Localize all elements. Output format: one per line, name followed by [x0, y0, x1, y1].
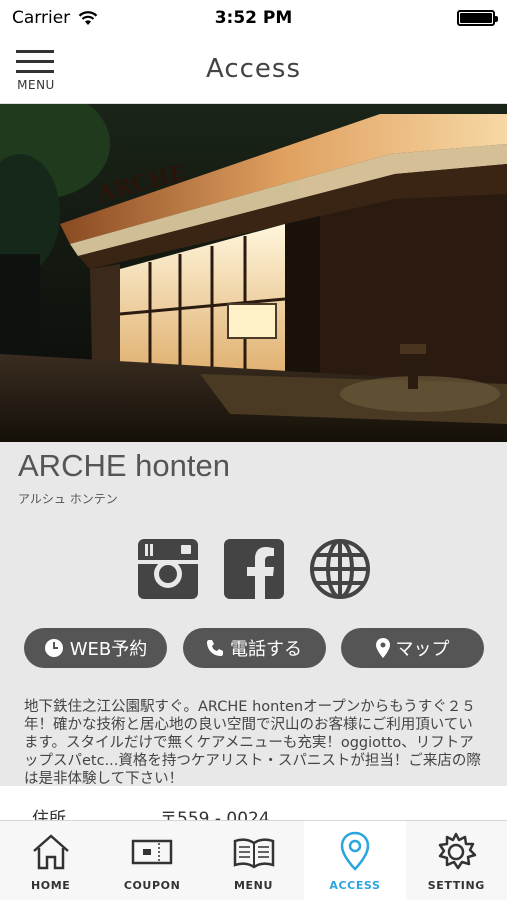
battery-icon — [457, 10, 498, 26]
tab-coupon-label: COUPON — [123, 879, 181, 892]
web-reserve-button[interactable]: WEB予約 — [24, 628, 167, 668]
hamburger-icon — [16, 50, 54, 53]
location-pin-icon — [340, 831, 370, 871]
call-label: 電話する — [230, 639, 302, 660]
shop-photo: ARCHE — [0, 104, 507, 442]
shop-name-kana: アルシュ ホンテン — [18, 492, 118, 506]
shop-description: 地下鉄住之江公園駅すぐ。ARCHE hontenオープンからもうすぐ２５年！確か… — [24, 699, 481, 787]
status-time: 3:52 PM — [214, 8, 293, 28]
action-buttons: WEB予約 電話する マップ — [24, 628, 484, 668]
instagram-icon[interactable] — [137, 538, 199, 600]
page-title: Access — [205, 54, 301, 84]
tab-home-label: HOME — [30, 879, 71, 892]
home-icon — [32, 834, 69, 870]
nav-bar: MENU Access — [0, 36, 507, 104]
tab-access[interactable]: ACCESS — [304, 821, 406, 900]
web-reserve-label: WEB予約 — [69, 639, 148, 660]
tab-bar: HOME COUPON MENU ACCESS SETTING — [0, 820, 507, 900]
map-button[interactable]: マップ — [341, 628, 484, 668]
shop-name: ARCHE honten — [18, 448, 230, 483]
tab-access-label: ACCESS — [329, 879, 381, 892]
tab-menu[interactable]: MENU — [203, 821, 304, 900]
facebook-icon[interactable] — [223, 538, 285, 600]
gear-icon — [439, 832, 477, 870]
tab-home[interactable]: HOME — [0, 821, 101, 900]
call-button[interactable]: 電話する — [182, 628, 326, 668]
book-icon — [233, 838, 274, 869]
phone-icon — [207, 640, 223, 656]
coupon-icon — [131, 839, 173, 865]
social-links — [0, 538, 507, 600]
globe-icon[interactable] — [309, 538, 371, 600]
clock-icon — [44, 639, 63, 657]
tab-setting-label: SETTING — [427, 879, 485, 892]
tab-menu-label: MENU — [234, 879, 274, 892]
map-pin-icon — [375, 638, 390, 658]
tab-coupon[interactable]: COUPON — [101, 821, 202, 900]
map-label: マップ — [395, 639, 450, 660]
status-bar: Carrier 3:52 PM — [0, 0, 507, 36]
tab-setting[interactable]: SETTING — [406, 821, 507, 900]
